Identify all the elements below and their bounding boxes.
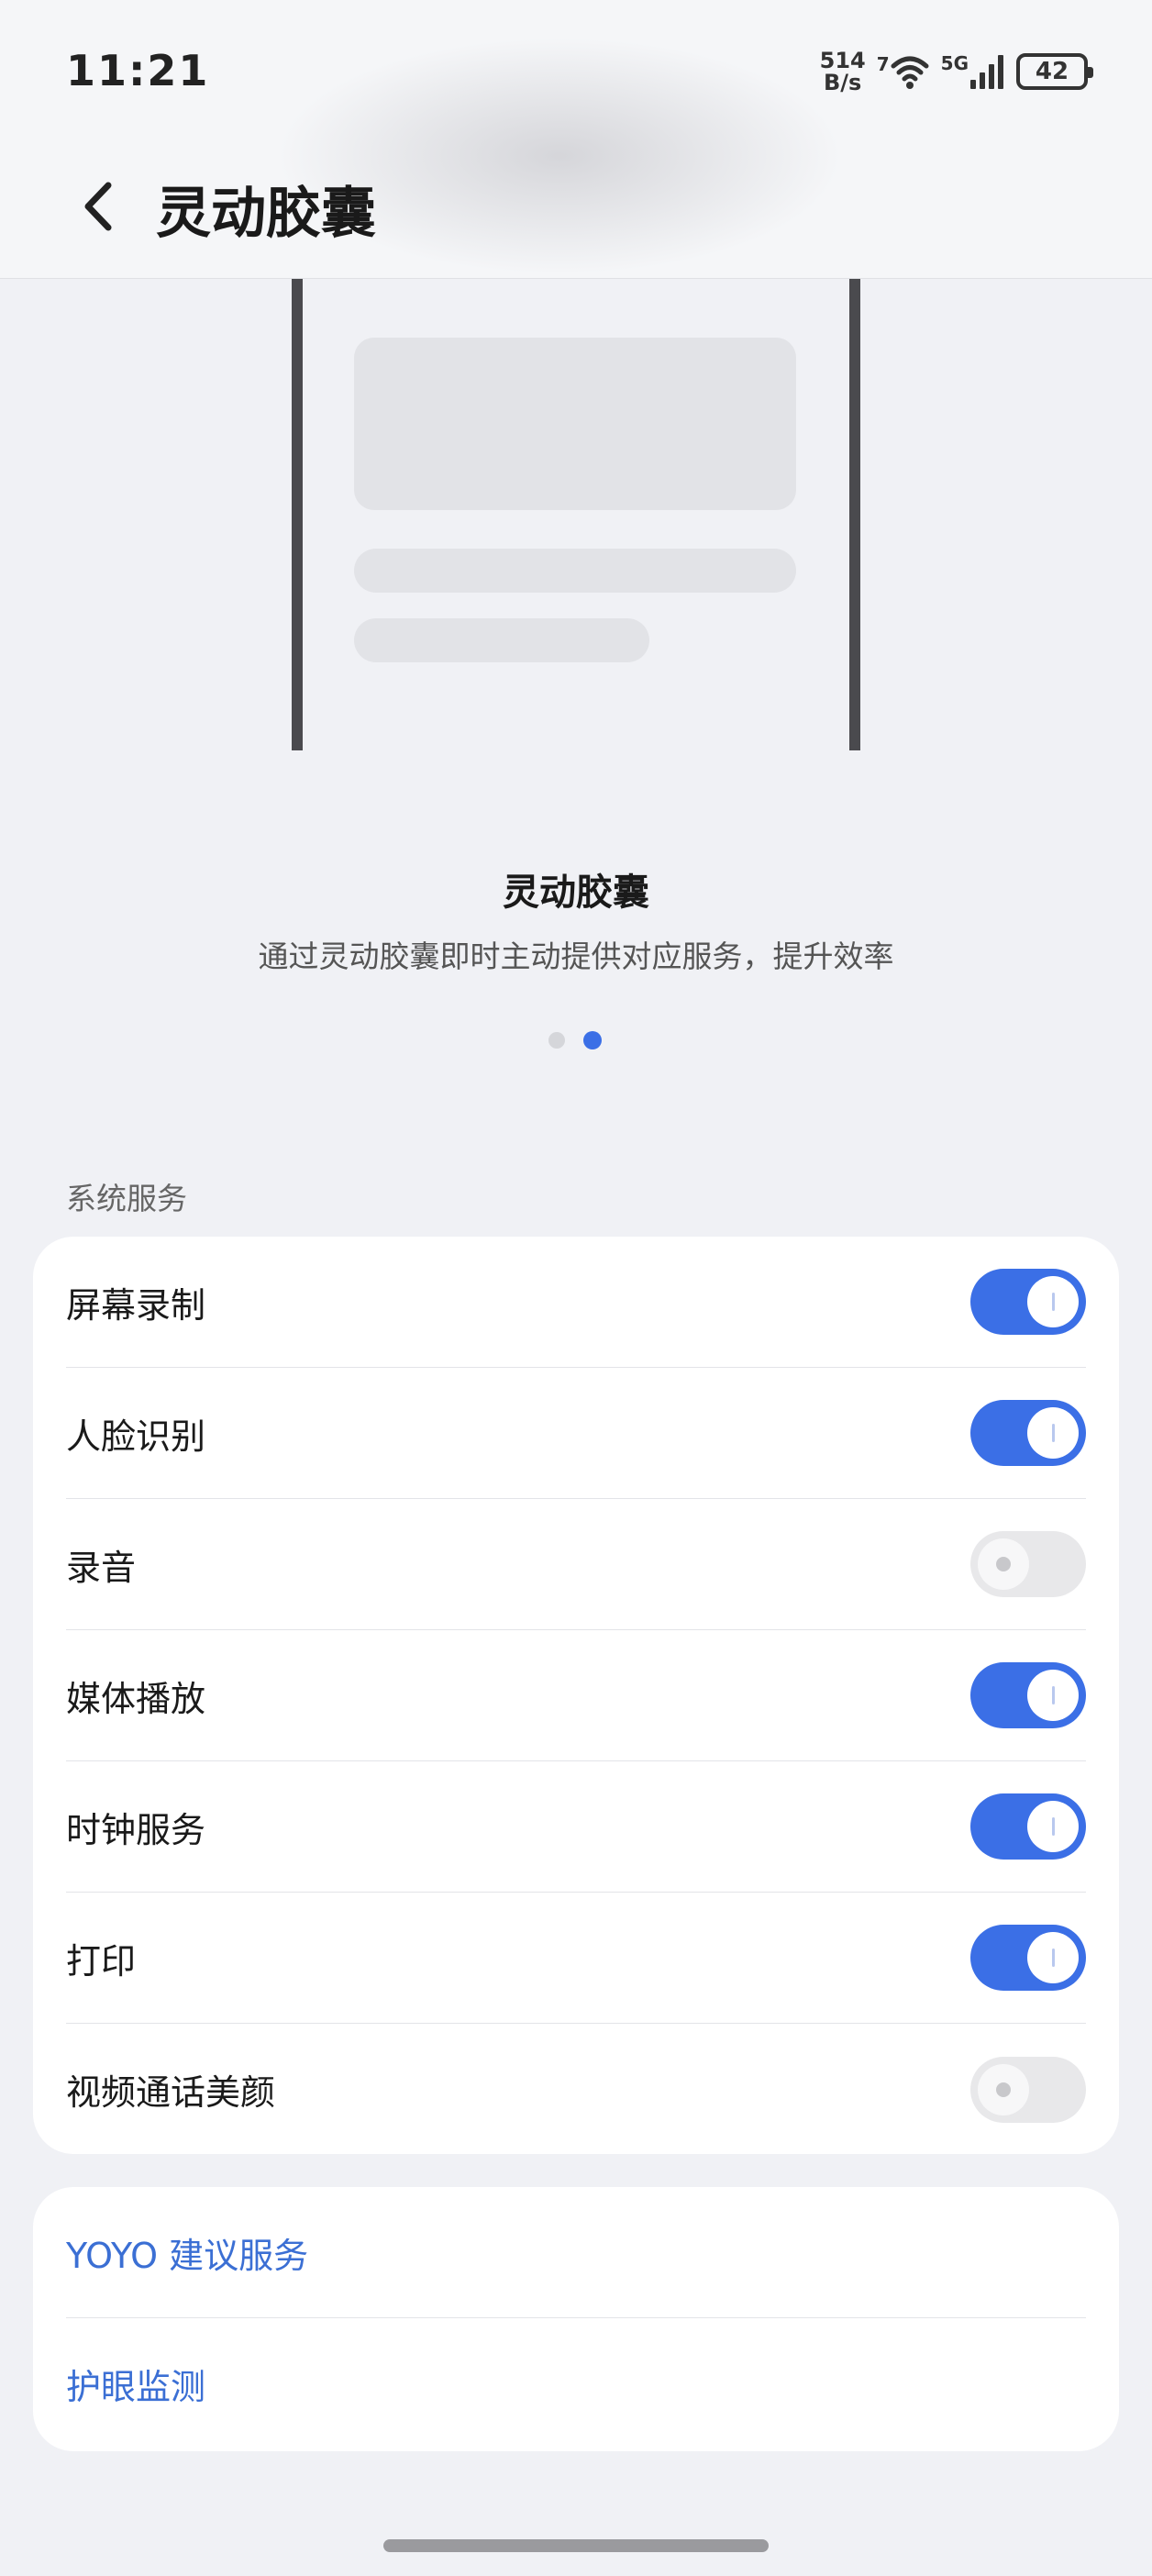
toggle-switch[interactable] (970, 1925, 1086, 1991)
home-indicator[interactable] (383, 2539, 769, 2552)
service-label: 时钟服务 (66, 1809, 206, 1850)
service-label: 视频通话美颜 (66, 2072, 276, 2113)
toggle-knob (1027, 1801, 1079, 1852)
toggle-knob (978, 2063, 1029, 2115)
link-row-eye-care[interactable]: 护眼监测 (66, 2318, 1086, 2449)
service-row: 打印 (66, 1893, 1086, 2024)
wifi-indicator: 7 (877, 53, 930, 90)
network-type: 5G (940, 52, 969, 74)
page-indicator (548, 1031, 602, 1049)
status-time: 11:21 (66, 46, 210, 95)
toggle-switch[interactable] (970, 2056, 1086, 2123)
placeholder-card (354, 338, 796, 510)
link-row-yoyo-suggestions[interactable]: YOYO 建议服务 (66, 2187, 1086, 2318)
link-label[interactable]: 护眼监测 (66, 2359, 205, 2409)
system-services-card: 屏幕录制 人脸识别 录音 媒体播放 时钟服务 打印 视频通话美颜 (33, 1237, 1119, 2154)
back-button[interactable] (75, 174, 121, 239)
cellular-indicator: 5G (941, 52, 1005, 91)
service-row: 媒体播放 (66, 1630, 1086, 1761)
service-row: 屏幕录制 (66, 1237, 1086, 1368)
toggle-switch[interactable] (970, 1662, 1086, 1728)
service-label: 录音 (66, 1547, 137, 1588)
placeholder-line (354, 549, 796, 593)
page-dot-active[interactable] (583, 1031, 602, 1049)
intro-title: 灵动胶囊 (503, 872, 649, 914)
links-card: YOYO 建议服务 护眼监测 (33, 2187, 1119, 2451)
toggle-switch[interactable] (970, 1269, 1086, 1335)
page-title: 灵动胶囊 (156, 182, 376, 246)
status-icons: 514 B/s 7 5G 42 (820, 44, 1093, 99)
app-header: 灵动胶囊 (0, 37, 1152, 279)
service-row: 录音 (66, 1499, 1086, 1630)
chevron-left-icon (84, 182, 112, 231)
toggle-switch[interactable] (970, 1400, 1086, 1466)
service-row: 人脸识别 (66, 1368, 1086, 1499)
service-label: 屏幕录制 (66, 1284, 206, 1326)
link-label[interactable]: YOYO 建议服务 (66, 2227, 308, 2278)
signal-icon (970, 55, 1003, 89)
service-label: 媒体播放 (66, 1678, 206, 1719)
toggle-knob (1027, 1276, 1079, 1327)
service-label: 人脸识别 (66, 1416, 206, 1457)
feature-illustration (292, 279, 860, 750)
toggle-knob (978, 1538, 1029, 1590)
wifi-icon (891, 56, 929, 89)
toggle-switch[interactable] (970, 1793, 1086, 1860)
page-dot[interactable] (548, 1032, 565, 1049)
section-label-system-services: 系统服务 (66, 1181, 187, 1216)
battery-level: 42 (1035, 58, 1069, 85)
toggle-knob (1027, 1407, 1079, 1459)
placeholder-line (354, 618, 649, 662)
service-row: 时钟服务 (66, 1761, 1086, 1893)
service-label: 打印 (66, 1940, 137, 1982)
intro-description: 通过灵动胶囊即时主动提供对应服务，提升效率 (258, 938, 894, 974)
toggle-knob (1027, 1670, 1079, 1721)
wifi-label: 7 (876, 53, 890, 75)
service-row: 视频通话美颜 (66, 2024, 1086, 2155)
toggle-knob (1027, 1932, 1079, 1983)
toggle-switch[interactable] (970, 1531, 1086, 1597)
battery-icon: 42 (1016, 53, 1093, 90)
